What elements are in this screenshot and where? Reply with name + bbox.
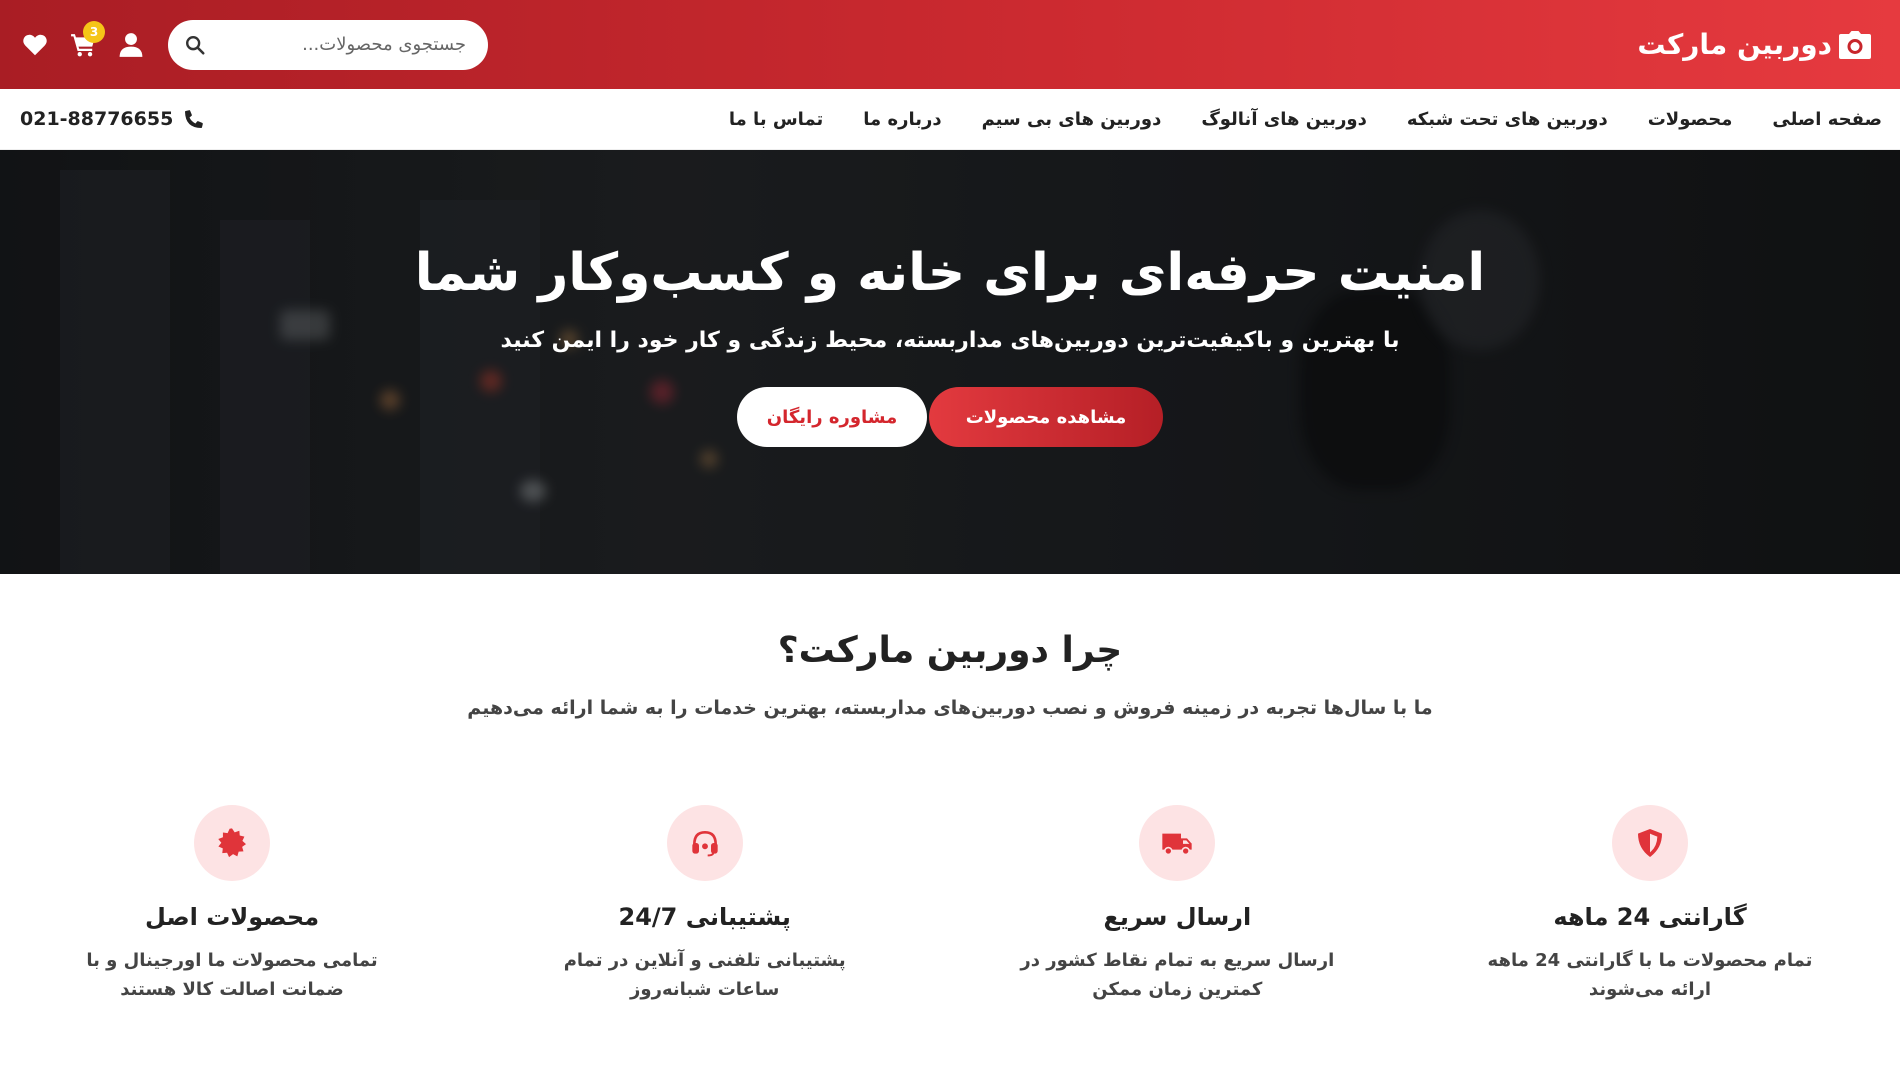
truck-icon [1162,833,1193,856]
cart-button[interactable]: 3 [68,20,105,60]
camera-icon [1839,30,1871,59]
features-list: گارانتی 24 ماهه تمام محصولات ما با گاران… [0,805,1900,1005]
nav-links: صفحه اصلی محصولات دوربین های تحت شبکه دو… [729,109,1882,130]
account-button[interactable] [116,30,146,60]
feature-icon-wrap [666,805,743,881]
free-consultation-button[interactable]: مشاوره رایگان [737,387,927,448]
feature-description: تمام محصولات ما با گارانتی 24 ماهه ارائه… [1487,950,1813,1000]
feature-description: ارسال سریع به تمام نقاط کشور در کمترین ز… [1020,950,1335,1000]
why-subtitle: ما با سال‌ها تجربه در زمینه فروش و نصب د… [467,697,1433,719]
search-box[interactable] [168,19,488,70]
hero-content: امنیت حرفه‌ای برای خانه و کسب‌وکار شما ب… [0,150,1900,574]
nav-item-products[interactable]: محصولات [1648,109,1733,130]
feature-title: پشتیبانی 24/7 [618,903,791,931]
feature-title: ارسال سریع [1103,903,1252,931]
nav-item-ip-cameras[interactable]: دوربین های تحت شبکه [1407,109,1608,130]
top-header: دوربین مارکت 3 [0,0,1900,89]
feature-description: تمامی محصولات ما اورجینال و با ضمانت اصا… [86,950,378,1000]
nav-item-about[interactable]: درباره ما [863,109,941,130]
headset-icon [692,831,718,857]
why-section: چرا دوربین مارکت؟ ما با سال‌ها تجربه در … [0,574,1900,1005]
feature-icon-wrap [1612,805,1688,881]
brand-logo[interactable]: دوربین مارکت [1637,28,1872,61]
feature-icon-wrap [194,805,271,881]
feature-title: محصولات اصل [145,903,320,931]
search-icon[interactable] [184,34,206,56]
nav-item-analog-cameras[interactable]: دوربین های آنالوگ [1201,109,1367,130]
phone-number: 021-88776655 [20,108,174,130]
wishlist-button[interactable] [20,30,50,60]
phone-icon [185,110,204,128]
view-products-button[interactable]: مشاهده محصولات [929,387,1163,448]
brand-name: دوربین مارکت [1637,28,1832,61]
nav-item-contact[interactable]: تماس با ما [729,109,823,130]
shield-icon [1638,829,1662,857]
phone-contact[interactable]: 021-88776655 [20,108,205,130]
certificate-icon [218,828,247,858]
hero-banner: امنیت حرفه‌ای برای خانه و کسب‌وکار شما ب… [0,150,1900,574]
feature-description: پشتیبانی تلفنی و آنلاین در تمام ساعات شب… [563,950,846,1000]
nav-item-wireless-cameras[interactable]: دوربین های بی سیم [982,109,1162,130]
why-title: چرا دوربین مارکت؟ [777,630,1123,671]
header-actions: 3 [20,19,488,70]
feature-card-shipping: ارسال سریع ارسال سریع به تمام نقاط کشور … [1007,805,1347,1005]
main-nav: صفحه اصلی محصولات دوربین های تحت شبکه دو… [0,89,1900,150]
feature-title: گارانتی 24 ماهه [1553,903,1747,931]
feature-card-original: محصولات اصل تمامی محصولات ما اورجینال و … [62,805,402,1005]
search-input[interactable] [206,34,466,55]
cart-count-badge: 3 [83,20,105,43]
hero-buttons: مشاهده محصولات مشاوره رایگان [737,387,1163,448]
hero-subtitle: با بهترین و باکیفیت‌ترین دوربین‌های مدار… [500,328,1400,354]
feature-icon-wrap [1139,805,1216,881]
feature-card-warranty: گارانتی 24 ماهه تمام محصولات ما با گاران… [1480,805,1820,1005]
user-icon [119,32,143,57]
hero-title: امنیت حرفه‌ای برای خانه و کسب‌وکار شما [414,243,1486,303]
feature-card-support: پشتیبانی 24/7 پشتیبانی تلفنی و آنلاین در… [535,805,875,1005]
heart-icon [23,34,47,55]
nav-item-home[interactable]: صفحه اصلی [1772,109,1882,130]
